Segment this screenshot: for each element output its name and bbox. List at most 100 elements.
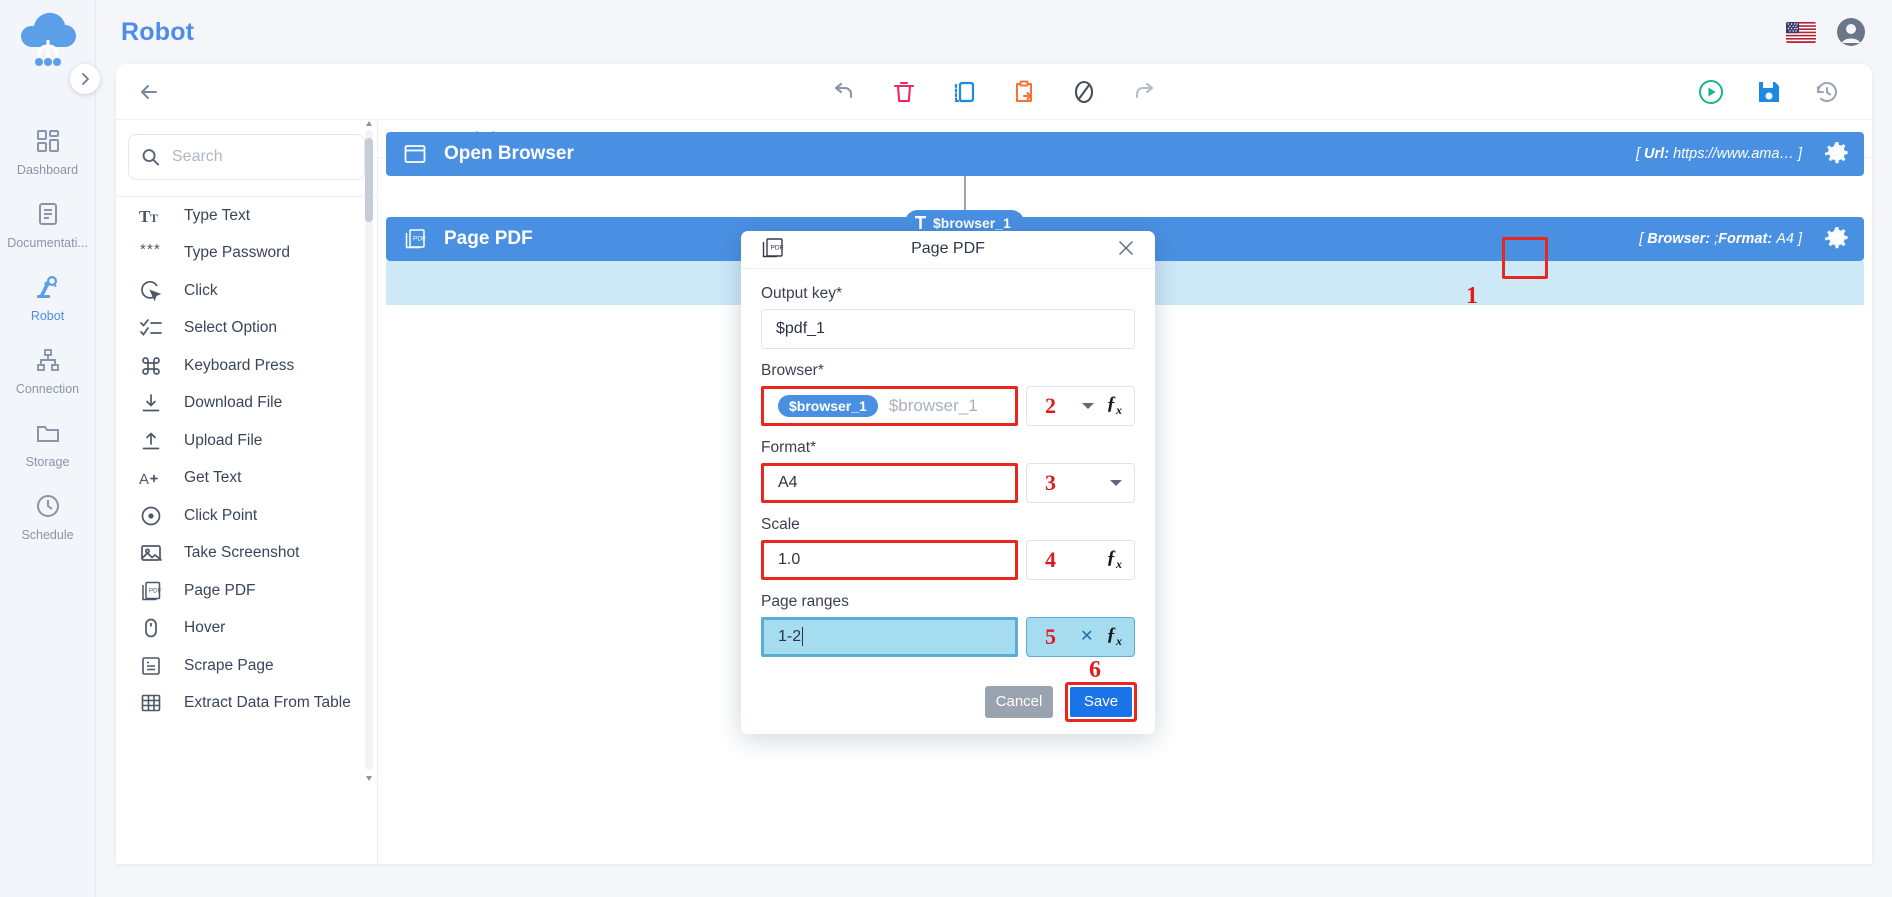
us-flag-icon[interactable]: [1786, 21, 1816, 43]
disable-button[interactable]: [1069, 77, 1099, 107]
action-item-type-text[interactable]: TT Type Text: [116, 197, 378, 235]
sidebar-item-label: Connection: [15, 382, 80, 396]
action-list[interactable]: TT Type Text * * * Type Password Click Sel…: [116, 196, 378, 864]
fx-button[interactable]: ƒx: [1107, 624, 1123, 649]
undo-button[interactable]: [829, 77, 859, 107]
sitemap-icon: [33, 345, 63, 375]
action-item-keyboard-press[interactable]: Keyboard Press: [116, 347, 378, 385]
action-item-click[interactable]: Click: [116, 272, 378, 310]
palette-scrollbar[interactable]: [365, 121, 373, 781]
gear-icon[interactable]: [1820, 222, 1854, 256]
action-item-download-file[interactable]: Download File: [116, 385, 378, 423]
paste-icon: [1015, 79, 1033, 102]
chevron-down-icon[interactable]: [1110, 479, 1122, 486]
annotation-number-3: 3: [1045, 469, 1056, 495]
sidebar-item-documentation[interactable]: Documentati...: [0, 199, 96, 250]
action-label: Hover: [184, 619, 226, 637]
action-item-page-pdf[interactable]: PDF Page PDF: [116, 572, 378, 610]
annotation-number-4: 4: [1045, 546, 1056, 572]
close-icon[interactable]: [1117, 239, 1137, 259]
back-button[interactable]: [130, 73, 168, 111]
svg-text:*: *: [140, 243, 146, 258]
delete-button[interactable]: [889, 77, 919, 107]
field-row-scale: 1.0 4 ƒx: [761, 539, 1135, 580]
sidebar-item-connection[interactable]: Connection: [0, 345, 96, 396]
format-select[interactable]: A4: [761, 462, 1018, 503]
action-palette: TT Type Text *** Type Password Click Sel…: [116, 120, 378, 864]
scroll-down-arrow-icon[interactable]: [365, 774, 373, 782]
checklist-icon: [138, 316, 164, 340]
sidebar-item-label: Storage: [25, 455, 70, 469]
scrollbar-thumb[interactable]: [365, 138, 373, 222]
field-label-scale: Scale: [761, 515, 800, 533]
sidebar-item-label: Schedule: [21, 528, 74, 542]
robot-arm-icon: [33, 272, 63, 302]
action-item-get-text[interactable]: A Get Text: [116, 460, 378, 498]
flow-node-open-browser[interactable]: Open Browser [ Url: https://www.ama… ]: [386, 132, 1864, 176]
paste-button[interactable]: [1009, 77, 1039, 107]
field-label-browser: Browser*: [761, 361, 824, 379]
action-item-type-password[interactable]: * * * Type Password: [116, 235, 378, 273]
meta-close-bracket: ]: [1797, 146, 1802, 162]
sidebar-item-label: Robot: [30, 309, 65, 323]
svg-text:PDF: PDF: [149, 587, 162, 594]
search-icon: [142, 149, 160, 166]
scroll-up-arrow-icon[interactable]: [365, 120, 373, 128]
sidebar-item-label: Documentati...: [7, 236, 88, 250]
action-item-extract-data-from-table[interactable]: Extract Data From Table: [116, 685, 378, 723]
editor-toolbar: [116, 64, 1872, 120]
copy-icon: [954, 81, 975, 102]
action-label: Select Option: [184, 319, 278, 337]
gear-icon[interactable]: [1820, 137, 1854, 171]
clear-icon[interactable]: ✕: [1080, 628, 1093, 645]
action-label: Type Password: [184, 244, 290, 262]
fx-button[interactable]: ƒx: [1107, 393, 1123, 418]
save-button[interactable]: [1754, 77, 1784, 107]
svg-text:A: A: [139, 471, 149, 488]
search-input[interactable]: [172, 148, 352, 166]
sidebar-item-dashboard[interactable]: Dashboard: [0, 126, 96, 177]
browser-input[interactable]: $browser_1 $browser_1: [761, 385, 1018, 426]
floppy-save-icon: [1759, 81, 1779, 102]
svg-text:PDF: PDF: [771, 245, 784, 252]
action-item-hover[interactable]: Hover: [116, 610, 378, 648]
text-type-icon: [915, 216, 926, 229]
sidebar-item-robot[interactable]: Robot: [0, 272, 96, 323]
search-box[interactable]: [128, 134, 365, 180]
meta-url-value: https://www.ama…: [1673, 146, 1794, 162]
copy-button[interactable]: [949, 77, 979, 107]
fx-button[interactable]: ƒx: [1107, 547, 1123, 572]
action-item-take-screenshot[interactable]: Take Screenshot: [116, 535, 378, 573]
chevron-down-icon[interactable]: [1081, 402, 1094, 409]
output-key-input[interactable]: $pdf_1: [761, 308, 1135, 349]
save-button[interactable]: Save: [1070, 686, 1132, 717]
meta-close-bracket: ]: [1797, 231, 1802, 247]
run-button[interactable]: [1696, 77, 1726, 107]
page-title: Robot: [121, 17, 195, 46]
action-item-select-option[interactable]: Select Option: [116, 310, 378, 348]
meta-open-bracket: [: [1639, 231, 1644, 247]
flow-node-label: Open Browser: [444, 143, 574, 164]
page-ranges-side-controls: 5 ✕ ƒx: [1026, 616, 1135, 657]
action-item-click-point[interactable]: Click Point: [116, 497, 378, 535]
action-label: Upload File: [184, 431, 263, 449]
page-ranges-input[interactable]: 1-2: [761, 616, 1018, 657]
action-label: Keyboard Press: [184, 356, 295, 374]
keyboard-command-icon: [138, 354, 164, 378]
pdf-icon: PDF: [138, 579, 164, 603]
scale-input[interactable]: 1.0: [761, 539, 1018, 580]
history-button[interactable]: [1812, 77, 1842, 107]
redo-button[interactable]: [1129, 77, 1159, 107]
sidebar-item-storage[interactable]: Storage: [0, 418, 96, 469]
toolbar-right-buttons: [1696, 77, 1842, 107]
action-label: Take Screenshot: [184, 544, 300, 562]
sidebar-expand-button[interactable]: [70, 64, 100, 94]
browser-value-tag[interactable]: $browser_1: [778, 394, 878, 417]
sidebar-item-schedule[interactable]: Schedule: [0, 491, 96, 542]
action-item-upload-file[interactable]: Upload File: [116, 422, 378, 460]
user-avatar-icon[interactable]: [1836, 17, 1866, 47]
trash-icon: [893, 81, 915, 102]
cancel-button[interactable]: Cancel: [985, 685, 1053, 718]
table-icon: [138, 691, 164, 715]
action-item-scrape-page[interactable]: Scrape Page: [116, 647, 378, 685]
